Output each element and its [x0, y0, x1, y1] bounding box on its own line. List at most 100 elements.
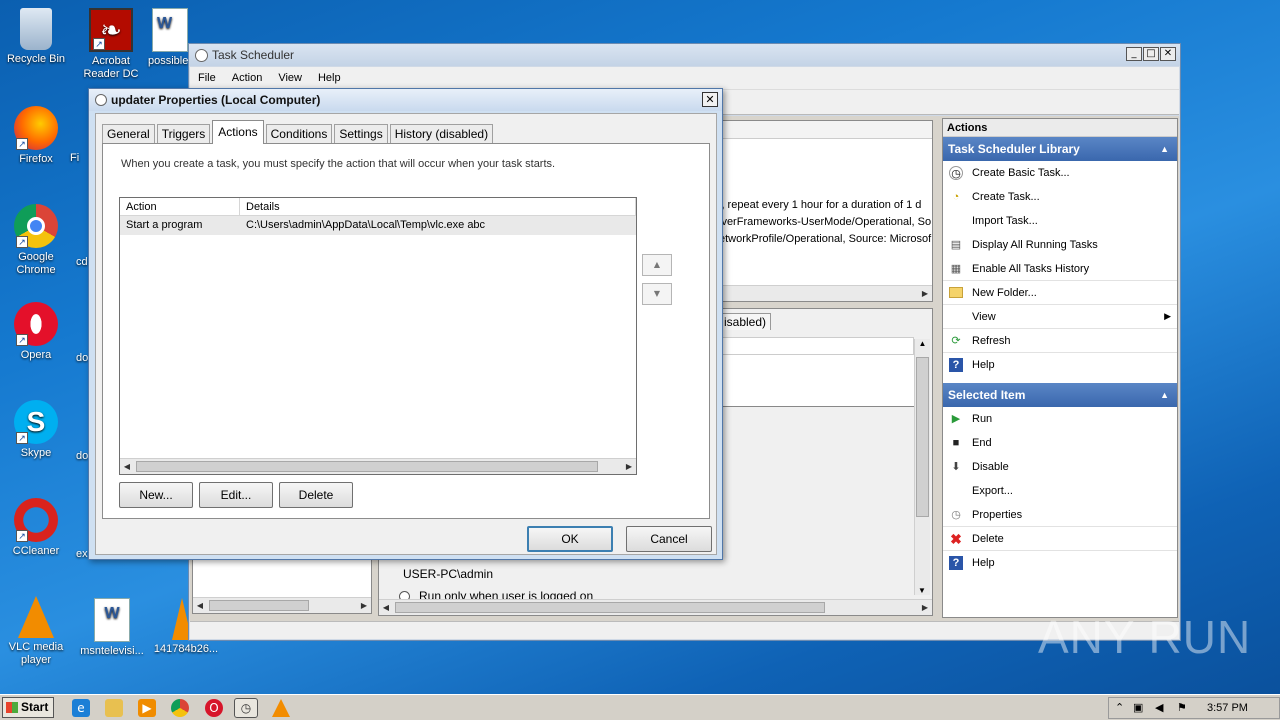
start-label: Start — [21, 700, 49, 714]
show-hidden-icons[interactable]: ⌃ — [1115, 701, 1124, 714]
action-view[interactable]: View ▶ — [943, 305, 1177, 329]
action-create-basic-task[interactable]: ◷ Create Basic Task... — [943, 161, 1177, 185]
desktop-icon-vlc[interactable]: VLC media player — [0, 596, 72, 667]
column-header-details[interactable]: Details — [240, 198, 636, 215]
move-up-button[interactable]: ▲ — [642, 254, 672, 276]
new-action-button[interactable]: New... — [119, 482, 193, 508]
section-selected-item[interactable]: Selected Item ▲ — [943, 383, 1177, 407]
list-horizontal-scrollbar[interactable]: ◀ ▶ — [120, 458, 636, 474]
close-button[interactable]: ✕ — [1160, 47, 1176, 61]
help-icon: ? — [949, 358, 963, 372]
start-button[interactable]: Start — [2, 697, 54, 718]
desktop-icon-word-doc[interactable]: W possible — [148, 8, 192, 68]
action-disable[interactable]: ⬇ Disable — [943, 455, 1177, 479]
row-details: C:\Users\admin\AppData\Local\Temp\vlc.ex… — [246, 219, 486, 231]
action-help-selected[interactable]: ? Help — [943, 551, 1177, 575]
action-create-task[interactable]: ◔ Create Task... — [943, 185, 1177, 209]
edit-action-button[interactable]: Edit... — [199, 482, 273, 508]
desktop-icon-chrome[interactable]: ↗ Google Chrome — [0, 204, 72, 277]
action-end[interactable]: ■ End — [943, 431, 1177, 455]
action-display-running-tasks[interactable]: ▤ Display All Running Tasks — [943, 233, 1177, 257]
desktop-icon-label: Opera — [20, 349, 52, 361]
tab-general[interactable]: General — [102, 124, 155, 144]
column-header-action[interactable]: Action — [120, 198, 240, 215]
move-down-button[interactable]: ▼ — [642, 283, 672, 305]
desktop-icon-firefox[interactable]: ↗ Firefox — [0, 106, 72, 166]
scroll-thumb[interactable] — [395, 602, 825, 613]
action-properties[interactable]: ◷ Properties — [943, 503, 1177, 527]
scroll-left-arrow[interactable]: ◀ — [379, 601, 393, 615]
volume-icon[interactable]: ◀ — [1155, 701, 1163, 714]
detail-tab-fragment[interactable]: isabled) — [719, 313, 772, 330]
scroll-thumb[interactable] — [916, 357, 929, 517]
scroll-left-arrow[interactable]: ◀ — [193, 599, 207, 613]
action-enable-history[interactable]: ▦ Enable All Tasks History — [943, 257, 1177, 281]
scroll-right-arrow[interactable]: ▶ — [918, 287, 932, 301]
dialog-titlebar[interactable]: updater Properties (Local Computer) — [89, 89, 722, 111]
action-label: Create Basic Task... — [972, 167, 1070, 179]
window-titlebar[interactable]: Task Scheduler — [189, 44, 1180, 66]
vlc-icon[interactable] — [272, 699, 290, 717]
action-run[interactable]: ▶ Run — [943, 407, 1177, 431]
internet-explorer-icon[interactable]: e — [72, 699, 90, 717]
menu-help[interactable]: Help — [318, 72, 341, 84]
section-label: Selected Item — [948, 388, 1026, 402]
scroll-thumb[interactable] — [209, 600, 309, 611]
dialog-close-button[interactable]: ✕ — [702, 92, 718, 107]
task-scheduler-taskbar-icon[interactable]: ◷ — [234, 698, 258, 718]
actions-pane: Actions Task Scheduler Library ▲ ◷ Create… — [942, 118, 1178, 618]
task-properties-dialog[interactable]: updater Properties (Local Computer) ✕ Ge… — [88, 88, 723, 560]
minimize-button[interactable]: _ — [1126, 47, 1142, 61]
scroll-right-arrow[interactable]: ▶ — [918, 601, 932, 615]
task-list-scrollbar[interactable]: ▶ — [709, 285, 932, 301]
collapse-icon[interactable]: ▲ — [1160, 137, 1169, 161]
chrome-icon[interactable] — [171, 699, 189, 717]
delete-action-button[interactable]: Delete — [279, 482, 353, 508]
cancel-button[interactable]: Cancel — [626, 526, 712, 552]
network-icon[interactable]: ▣ — [1133, 701, 1143, 714]
detail-vertical-scrollbar[interactable]: ▲ ▼ — [914, 339, 930, 595]
collapse-icon[interactable]: ▲ — [1160, 383, 1169, 407]
detail-horizontal-scrollbar[interactable]: ◀ ▶ — [379, 599, 932, 615]
scroll-right-arrow[interactable]: ▶ — [357, 599, 371, 613]
tree-horizontal-scrollbar[interactable]: ◀ ▶ — [193, 597, 371, 613]
action-new-folder[interactable]: New Folder... — [943, 281, 1177, 305]
actions-list[interactable]: Action Details Start a program C:\Users\… — [119, 197, 637, 475]
tab-history[interactable]: History (disabled) — [389, 124, 494, 144]
explorer-folder-icon[interactable] — [105, 699, 123, 717]
tab-settings[interactable]: Settings — [334, 124, 388, 144]
action-import-task[interactable]: Import Task... — [943, 209, 1177, 233]
action-export[interactable]: Export... — [943, 479, 1177, 503]
action-label: Run — [972, 413, 993, 425]
action-delete[interactable]: ✖ Delete — [943, 527, 1177, 551]
tab-conditions[interactable]: Conditions — [265, 124, 333, 144]
maximize-button[interactable]: □ — [1143, 47, 1159, 61]
menu-file[interactable]: File — [198, 72, 216, 84]
tab-triggers[interactable]: Triggers — [156, 124, 211, 144]
clock[interactable]: 3:57 PM — [1207, 702, 1248, 714]
action-help[interactable]: ? Help — [943, 353, 1177, 377]
opera-icon[interactable]: O — [205, 699, 223, 717]
menu-view[interactable]: View — [278, 72, 302, 84]
action-label: Create Task... — [972, 191, 1040, 203]
desktop-icon-label: Recycle Bin — [6, 53, 66, 65]
menu-action[interactable]: Action — [232, 72, 263, 84]
scroll-right-arrow[interactable]: ▶ — [622, 460, 636, 474]
desktop-icon-msntelevision[interactable]: W msntelevisi... — [76, 598, 148, 658]
action-label: End — [972, 437, 992, 449]
media-player-icon[interactable]: ▶ — [138, 699, 156, 717]
desktop-icon-acrobat[interactable]: ❧ ↗ Acrobat Reader DC — [75, 8, 147, 81]
desktop-icon-skype[interactable]: S ↗ Skype — [0, 400, 72, 460]
ok-button[interactable]: OK — [527, 526, 613, 552]
desktop-icon-recycle-bin[interactable]: Recycle Bin — [0, 8, 72, 66]
scroll-thumb[interactable] — [136, 461, 598, 472]
desktop-icon-opera[interactable]: ↗ Opera — [0, 302, 72, 362]
tab-actions[interactable]: Actions — [212, 120, 264, 144]
scroll-left-arrow[interactable]: ◀ — [120, 460, 134, 474]
table-row[interactable]: Start a program C:\Users\admin\AppData\L… — [120, 216, 636, 235]
section-task-scheduler-library[interactable]: Task Scheduler Library ▲ — [943, 137, 1177, 161]
action-refresh[interactable]: ⟳ Refresh — [943, 329, 1177, 353]
action-center-flag-icon[interactable]: ⚑ — [1177, 701, 1187, 714]
desktop-icon-partial-f[interactable]: Fi — [70, 152, 90, 165]
desktop-icon-ccleaner[interactable]: ↗ CCleaner — [0, 498, 72, 558]
